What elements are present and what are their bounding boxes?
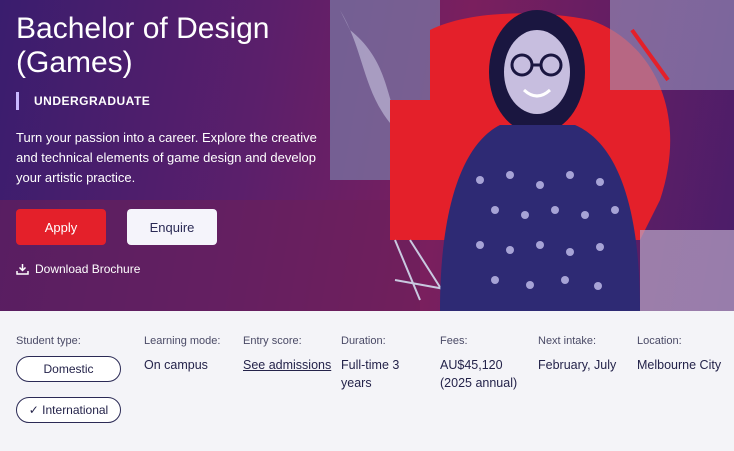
location-label: Location: <box>637 335 682 347</box>
duration-value: Full-time 3 years <box>341 358 400 390</box>
student-type-label: Student type: <box>16 335 81 347</box>
student-type-international-label: International <box>42 403 109 417</box>
see-admissions-link[interactable]: See admissions <box>243 356 331 374</box>
apply-button[interactable]: Apply <box>16 209 106 245</box>
next-intake-label: Next intake: <box>538 335 597 347</box>
fees-column: Fees: AU$45,120 (2025 annual) <box>440 335 530 392</box>
student-type-column: Student type: Domestic ✓ International <box>16 335 121 438</box>
next-intake-value: February, July <box>538 358 617 372</box>
learning-mode-label: Learning mode: <box>144 335 221 347</box>
learning-mode-value: On campus <box>144 358 208 372</box>
location-column: Location: Melbourne City <box>637 335 721 374</box>
study-level-label: UNDERGRADUATE <box>16 92 150 110</box>
course-info-bar: Student type: Domestic ✓ International L… <box>0 311 734 451</box>
hero-banner: Bachelor of Design (Games) UNDERGRADUATE… <box>0 0 734 311</box>
duration-column: Duration: Full-time 3 years <box>341 335 421 392</box>
student-type-international[interactable]: ✓ International <box>16 397 121 423</box>
download-icon <box>16 264 29 275</box>
download-brochure-link[interactable]: Download Brochure <box>16 262 140 276</box>
page-title: Bachelor of Design (Games) <box>16 12 270 79</box>
student-type-domestic[interactable]: Domestic <box>16 356 121 382</box>
duration-label: Duration: <box>341 335 386 347</box>
course-description: Turn your passion into a career. Explore… <box>16 130 317 185</box>
next-intake-column: Next intake: February, July <box>538 335 616 374</box>
download-brochure-label: Download Brochure <box>35 262 141 276</box>
fees-value: AU$45,120 (2025 annual) <box>440 358 518 390</box>
entry-score-label: Entry score: <box>243 335 302 347</box>
learning-mode-column: Learning mode: On campus <box>144 335 220 374</box>
check-icon: ✓ <box>28 403 43 417</box>
location-value: Melbourne City <box>637 358 722 372</box>
entry-score-column: Entry score: See admissions <box>243 335 331 374</box>
fees-label: Fees: <box>440 335 468 347</box>
enquire-button[interactable]: Enquire <box>127 209 217 245</box>
